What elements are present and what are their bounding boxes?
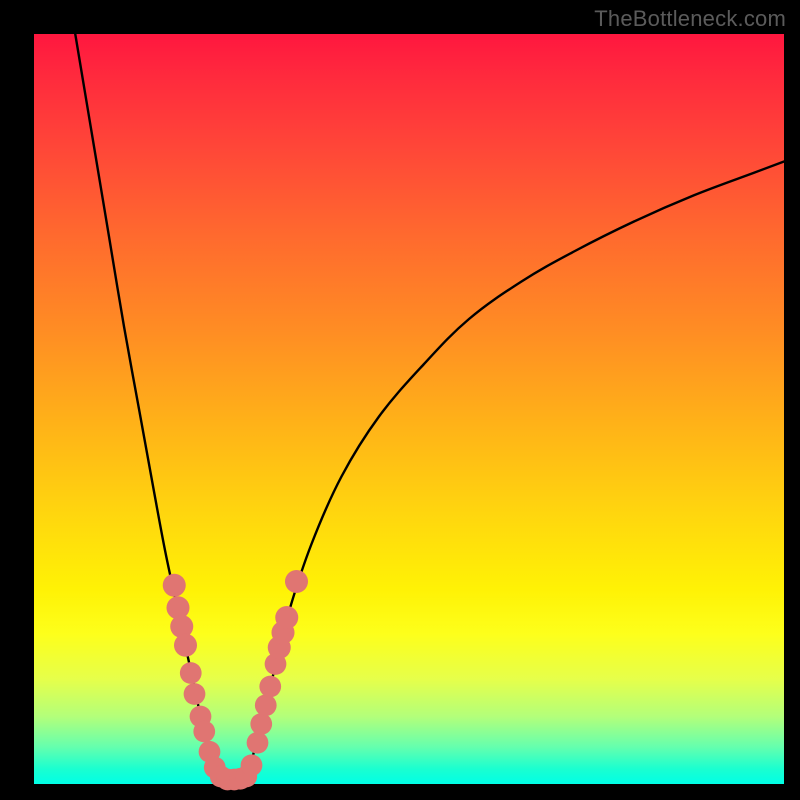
data-marker (184, 683, 206, 705)
data-marker (163, 574, 186, 597)
data-marker (180, 662, 202, 684)
data-marker (285, 570, 308, 593)
curve-layer (34, 34, 784, 784)
data-marker (275, 606, 298, 629)
data-markers (163, 570, 308, 790)
chart-frame: TheBottleneck.com (0, 0, 800, 800)
data-marker (174, 634, 197, 657)
data-marker (255, 694, 277, 716)
data-marker (259, 676, 281, 698)
watermark-text: TheBottleneck.com (594, 6, 786, 32)
data-marker (247, 732, 269, 754)
data-marker (250, 713, 272, 735)
curve-right-branch (248, 162, 784, 777)
data-marker (193, 721, 215, 743)
data-marker (241, 754, 263, 776)
plot-area (34, 34, 784, 784)
